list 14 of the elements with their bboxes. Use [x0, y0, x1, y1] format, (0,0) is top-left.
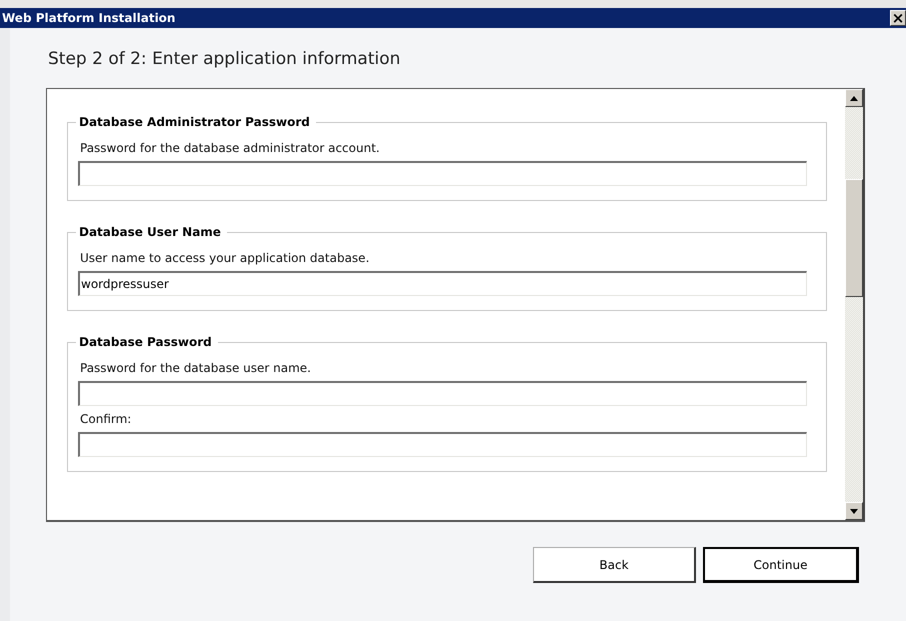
step-heading: Step 2 of 2: Enter application information [48, 48, 402, 70]
field-description: Password for the database user name. [80, 361, 311, 376]
field-description: User name to access your application database. [80, 251, 370, 266]
back-button[interactable]: Back [533, 547, 696, 583]
continue-button[interactable]: Continue [703, 547, 859, 583]
input-field[interactable] [78, 161, 807, 186]
scroll-down-icon[interactable] [845, 502, 863, 520]
window-title: Web Platform Installation [1, 10, 176, 26]
field-description: Confirm: [80, 412, 132, 427]
scrollbar[interactable] [845, 89, 863, 520]
scrollbar-thumb[interactable] [845, 179, 863, 297]
scroll-up-icon[interactable] [845, 89, 863, 107]
field-description: Password for the database administrator account. [80, 141, 380, 156]
close-button[interactable]: × [890, 10, 906, 26]
